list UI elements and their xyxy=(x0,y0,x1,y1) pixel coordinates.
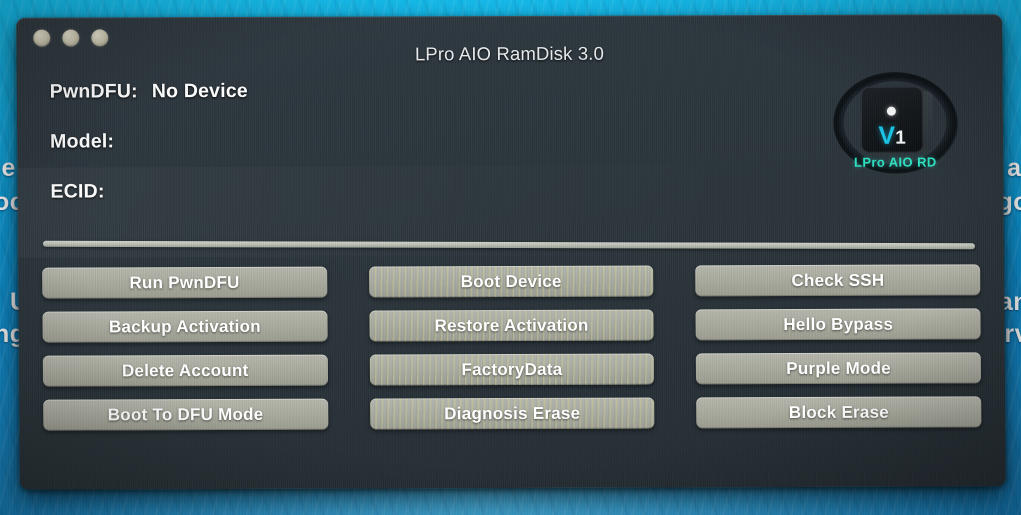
purple-mode-button[interactable]: Purple Mode xyxy=(696,352,982,385)
boot-to-dfu-mode-button[interactable]: Boot To DFU Mode xyxy=(43,398,329,431)
button-label: Boot To DFU Mode xyxy=(107,404,264,424)
logo-tile: V1 xyxy=(860,86,924,153)
button-label: Check SSH xyxy=(791,270,885,290)
logo-version-number: 1 xyxy=(895,127,906,149)
button-label: FactoryData xyxy=(461,359,563,379)
button-label: Purple Mode xyxy=(786,358,892,378)
logo-version-mark: V1 xyxy=(861,121,923,150)
button-label: Boot Device xyxy=(460,271,562,291)
pwndfu-label: PwnDFU: xyxy=(49,80,138,103)
status-row-model: Model: xyxy=(50,129,570,181)
diagnosis-erase-button[interactable]: Diagnosis Erase xyxy=(369,397,655,430)
photographed-screen: le oc U ng al go an erv LPro AIO RamDisk… xyxy=(0,0,1021,515)
pwndfu-value: No Device xyxy=(151,79,248,103)
model-label: Model: xyxy=(50,130,115,153)
logo-v-glyph: V xyxy=(878,121,896,150)
run-pwndfu-button[interactable]: Run PwnDFU xyxy=(42,266,328,299)
background-text-fragment: al xyxy=(1007,154,1021,182)
app-logo: V1 LPro AIO RD xyxy=(831,70,960,176)
block-erase-button[interactable]: Block Erase xyxy=(696,396,982,429)
check-ssh-button[interactable]: Check SSH xyxy=(695,264,981,297)
progress-bar xyxy=(42,240,975,250)
logo-caption: LPro AIO RD xyxy=(853,154,937,170)
button-label: Hello Bypass xyxy=(783,314,894,334)
button-label: Restore Activation xyxy=(434,315,589,335)
ecid-label: ECID: xyxy=(50,180,105,203)
hello-bypass-button[interactable]: Hello Bypass xyxy=(695,308,981,341)
backup-activation-button[interactable]: Backup Activation xyxy=(42,310,328,343)
button-label: Block Erase xyxy=(788,402,890,422)
window-titlebar[interactable]: LPro AIO RamDisk 3.0 xyxy=(16,14,1002,64)
button-label: Run PwnDFU xyxy=(129,272,240,292)
app-window: LPro AIO RamDisk 3.0 PwnDFU: No Device M… xyxy=(16,14,1006,490)
status-row-ecid: ECID: xyxy=(50,179,570,231)
button-label: Backup Activation xyxy=(108,316,261,336)
delete-account-button[interactable]: Delete Account xyxy=(42,354,328,387)
logo-camera-dot xyxy=(886,106,896,116)
device-status-block: PwnDFU: No Device Model: ECID: xyxy=(50,79,571,231)
restore-activation-button[interactable]: Restore Activation xyxy=(369,309,655,342)
boot-device-button[interactable]: Boot Device xyxy=(368,265,654,298)
button-label: Delete Account xyxy=(121,360,249,380)
factorydata-button[interactable]: FactoryData xyxy=(369,353,655,386)
button-label: Diagnosis Erase xyxy=(444,403,581,423)
window-title: LPro AIO RamDisk 3.0 xyxy=(414,42,605,65)
status-row-pwndfu: PwnDFU: No Device xyxy=(50,79,570,131)
action-button-grid: Run PwnDFU Boot Device Check SSH Backup … xyxy=(42,264,982,431)
background-text-fragment: le xyxy=(0,154,16,182)
